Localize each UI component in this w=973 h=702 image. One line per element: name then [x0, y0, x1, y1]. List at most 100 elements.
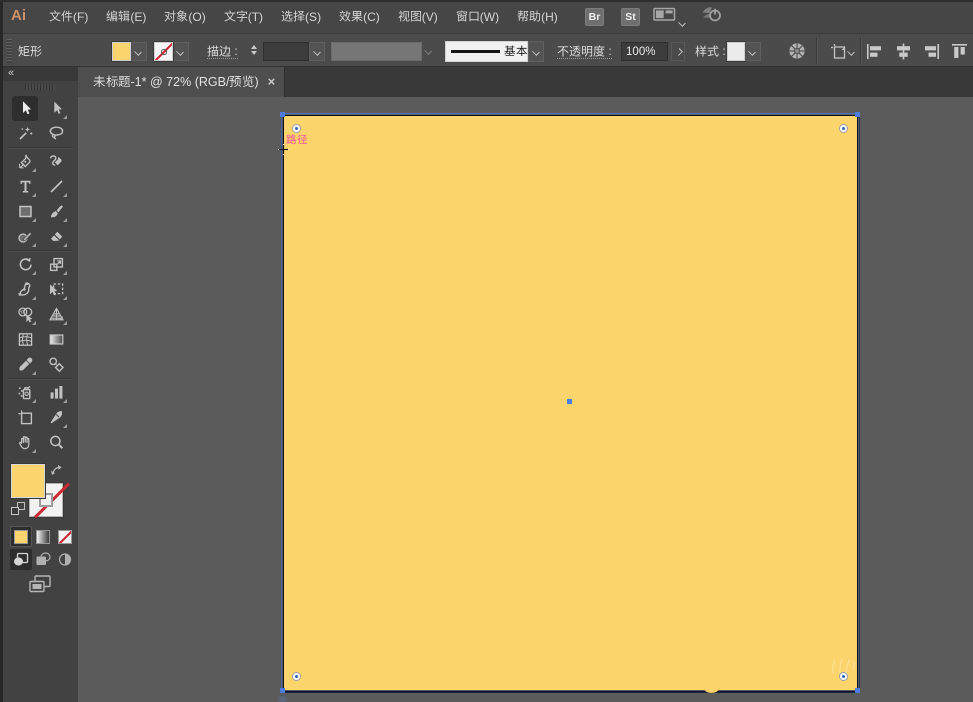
brush-definition-dropdown[interactable] — [331, 42, 422, 61]
tool-column-graph[interactable] — [43, 380, 69, 405]
tool-eyedropper[interactable] — [12, 352, 38, 377]
tool-mesh[interactable] — [12, 327, 38, 352]
collapse-panel-button[interactable]: « — [8, 68, 14, 79]
cjk-glyph — [49, 10, 61, 22]
tool-width[interactable] — [12, 277, 38, 302]
menu-file[interactable]: (F) — [49, 10, 88, 24]
tool-pen[interactable] — [12, 149, 38, 174]
cjk-glyph — [176, 10, 188, 22]
menu-type[interactable]: (T) — [224, 10, 263, 24]
tool-magic-wand[interactable] — [12, 121, 38, 146]
menu-effect[interactable]: (C) — [339, 10, 380, 24]
variable-width-profile[interactable] — [445, 41, 528, 62]
tool-rectangle[interactable] — [12, 199, 38, 224]
tool-type[interactable] — [12, 174, 38, 199]
tool-perspective-grid[interactable] — [43, 302, 69, 327]
tool-lasso[interactable] — [43, 121, 69, 146]
stroke-weight-chevron-icon[interactable] — [309, 42, 325, 61]
cjk-glyph — [164, 10, 176, 22]
profile-chevron-icon[interactable] — [528, 41, 544, 62]
canvas-area[interactable] — [78, 97, 973, 702]
tool-paintbrush[interactable] — [43, 199, 69, 224]
tab-close-icon[interactable]: × — [268, 75, 276, 88]
opacity-label[interactable]: : — [557, 44, 612, 59]
tool-row — [3, 149, 78, 174]
align-horizontal-center-icon[interactable] — [895, 43, 912, 60]
arrange-documents-icon[interactable] — [653, 6, 676, 27]
color-button[interactable] — [10, 526, 32, 547]
align-right-icon[interactable] — [923, 43, 940, 60]
tool-line-segment[interactable] — [43, 174, 69, 199]
cjk-glyph — [557, 45, 569, 57]
tool-artboard[interactable] — [12, 405, 38, 430]
bridge-button[interactable]: Br — [585, 7, 604, 26]
draw-normal-icon[interactable] — [10, 549, 32, 570]
tool-shape-builder[interactable] — [12, 302, 38, 327]
graphic-style-control[interactable] — [727, 42, 761, 61]
change-screen-mode-icon[interactable] — [28, 574, 52, 594]
menu-edit[interactable]: (E) — [106, 10, 146, 24]
stepper-down-icon[interactable] — [250, 51, 257, 58]
menu-window[interactable]: (W) — [456, 10, 499, 24]
stroke-color-control[interactable] — [154, 42, 189, 61]
draw-inside-icon[interactable] — [54, 549, 76, 570]
stroke-weight-input[interactable] — [263, 42, 309, 61]
anchor-top-right[interactable] — [855, 111, 860, 117]
align-top-icon[interactable] — [951, 43, 968, 60]
tool-slice[interactable] — [43, 405, 69, 430]
gradient-button[interactable] — [32, 526, 54, 547]
graphic-style-chevron-icon[interactable] — [745, 42, 761, 61]
align-to-selection-icon[interactable] — [830, 43, 849, 65]
menu-help[interactable]: (H) — [517, 10, 558, 24]
anchor-top-left[interactable] — [279, 111, 285, 117]
tool-free-transform[interactable] — [43, 277, 69, 302]
menu-select[interactable]: (S) — [281, 10, 321, 24]
fill-color-swatch[interactable] — [112, 42, 131, 61]
center-point[interactable] — [567, 399, 572, 404]
stroke-color-chevron-icon[interactable] — [173, 42, 189, 61]
chevron-down-icon — [314, 48, 321, 55]
sync-status-icon[interactable] — [701, 4, 723, 29]
tool-hand[interactable] — [12, 430, 38, 455]
none-button[interactable] — [54, 526, 76, 547]
opacity-input[interactable]: 100% — [621, 42, 668, 61]
stroke-color-swatch[interactable] — [154, 42, 173, 61]
tool-eraser[interactable] — [43, 224, 69, 249]
swap-fill-stroke-icon[interactable] — [50, 464, 63, 477]
menu-view[interactable]: (V) — [398, 10, 438, 24]
menu-object[interactable]: (O) — [164, 10, 206, 24]
tool-selection[interactable] — [12, 96, 38, 121]
fill-color-control[interactable] — [112, 42, 147, 61]
cjk-glyph — [504, 45, 516, 56]
stroke-weight-label[interactable]: : — [207, 44, 238, 59]
graphic-style-swatch[interactable] — [727, 42, 745, 61]
stock-button[interactable]: St — [621, 7, 640, 26]
stepper-up-icon[interactable] — [250, 42, 257, 49]
tools-panel-grip[interactable] — [25, 84, 55, 90]
recolor-artwork-icon[interactable] — [788, 42, 806, 65]
fill-indicator-swatch[interactable] — [11, 464, 45, 498]
align-left-icon[interactable] — [866, 43, 883, 60]
stroke-weight-stepper[interactable] — [248, 41, 259, 61]
tool-blend[interactable] — [43, 352, 69, 377]
anchor-bottom-left[interactable] — [279, 688, 285, 693]
tool-scale[interactable] — [43, 252, 69, 277]
draw-behind-icon[interactable] — [32, 549, 54, 570]
flyout-indicator — [63, 399, 67, 403]
tool-shaper[interactable] — [12, 224, 38, 249]
document-tab[interactable]: -1* @ 72% (RGB/) × — [78, 66, 285, 97]
tool-rotate[interactable] — [12, 252, 38, 277]
opacity-value: 100% — [626, 45, 656, 58]
tool-gradient[interactable] — [43, 327, 69, 352]
controlbar-grip[interactable] — [7, 39, 12, 63]
fill-color-chevron-icon[interactable] — [131, 42, 147, 61]
tool-curvature[interactable] — [43, 149, 69, 174]
flyout-indicator — [32, 218, 36, 222]
tool-symbol-sprayer[interactable] — [12, 380, 38, 405]
default-fill-stroke-icon[interactable] — [11, 502, 25, 515]
tool-zoom[interactable] — [43, 430, 69, 455]
cjk-glyph — [105, 75, 118, 87]
opacity-expand-button[interactable] — [671, 42, 685, 61]
tool-direct-selection[interactable] — [43, 96, 69, 121]
anchor-bottom-right[interactable] — [855, 688, 860, 693]
